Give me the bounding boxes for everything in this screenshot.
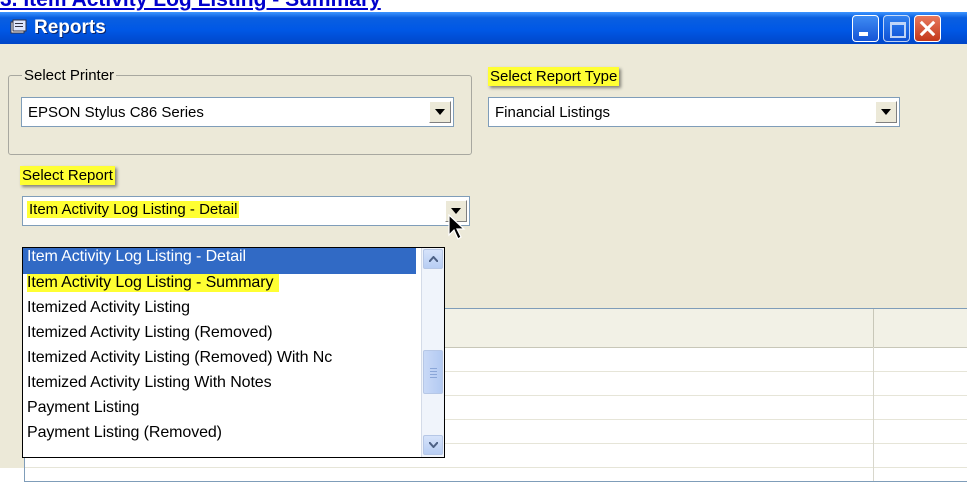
report-value: Item Activity Log Listing - Detail <box>27 201 240 218</box>
report-label: Select Report <box>20 166 115 185</box>
chevron-down-icon <box>881 109 891 115</box>
list-item[interactable]: Item Activity Log Listing - Summary <box>27 274 280 292</box>
close-icon[interactable] <box>914 15 941 42</box>
printer-dropdown-button[interactable] <box>429 101 451 123</box>
chevron-down-icon <box>429 442 438 448</box>
minimize-icon[interactable] <box>852 15 879 42</box>
report-type-combo[interactable]: Financial Listings <box>488 97 900 127</box>
list-item[interactable]: Itemized Activity Listing (Removed) <box>27 324 273 342</box>
instruction-caption: 3. Item Activity Log Listing - Summary <box>0 0 967 12</box>
scroll-thumb[interactable] <box>423 350 443 394</box>
title-bar[interactable]: Reports <box>0 12 967 44</box>
list-item-selected[interactable]: Item Activity Log Listing - Detail <box>23 248 416 274</box>
report-options-list[interactable]: Item Activity Log Listing - Detail Item … <box>22 247 445 458</box>
chevron-down-icon <box>435 109 445 115</box>
list-item[interactable]: Payment Listing (Removed) <box>27 424 222 442</box>
printer-combo[interactable]: EPSON Stylus C86 Series <box>21 97 454 127</box>
maximize-icon[interactable] <box>883 15 910 42</box>
reports-window: Reports Select Printer EPSON Stylus C86 … <box>0 12 967 482</box>
list-item[interactable]: Itemized Activity Listing <box>27 299 190 317</box>
report-type-label: Select Report Type <box>488 67 620 86</box>
options-scrollbar[interactable] <box>421 248 444 457</box>
list-item[interactable]: Payment Listing <box>27 399 139 417</box>
report-combo[interactable]: Item Activity Log Listing - Detail <box>22 196 470 226</box>
list-item[interactable]: Itemized Activity Listing (Removed) With… <box>27 349 332 367</box>
list-item[interactable]: Itemized Activity Listing With Notes <box>27 374 272 392</box>
reports-window-icon <box>10 19 27 34</box>
scroll-down-button[interactable] <box>423 435 443 455</box>
printer-value: EPSON Stylus C86 Series <box>28 104 204 121</box>
report-type-dropdown-button[interactable] <box>875 101 897 123</box>
printer-label: Select Printer <box>22 67 117 84</box>
window-title: Reports <box>34 17 106 38</box>
scroll-up-button[interactable] <box>423 249 443 269</box>
chevron-up-icon <box>429 256 438 262</box>
instruction-caption-text: 3. Item Activity Log Listing - Summary <box>0 0 381 12</box>
report-type-value: Financial Listings <box>495 104 611 121</box>
mouse-cursor-icon <box>448 214 466 240</box>
